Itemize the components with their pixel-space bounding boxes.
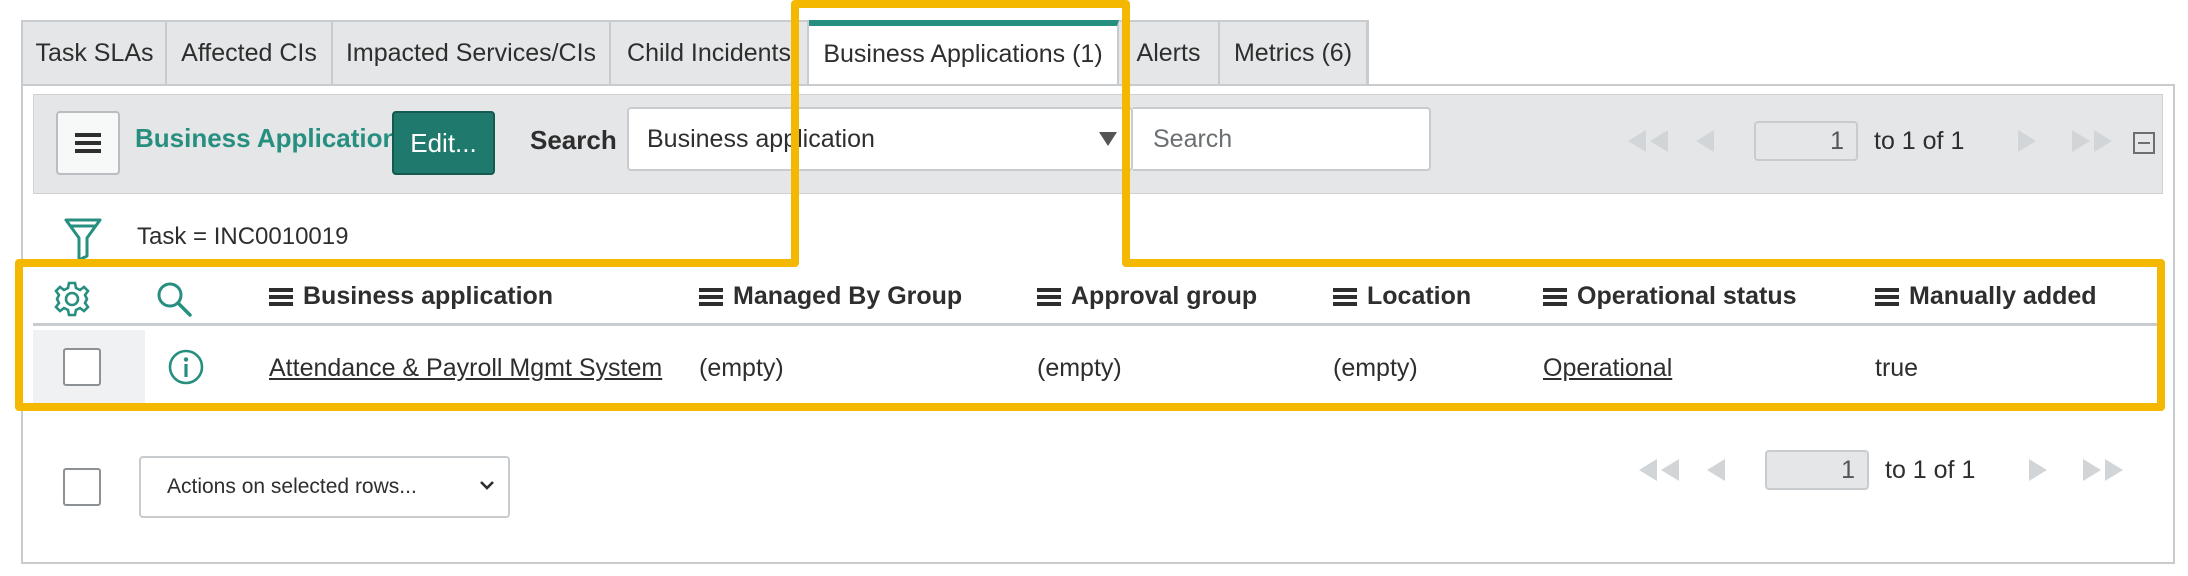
column-menu-icon[interactable] xyxy=(269,285,293,309)
next-page-icon[interactable] xyxy=(2016,128,2038,154)
table-header: Business application Managed By Group Ap… xyxy=(33,266,2163,326)
tab-impacted-services[interactable]: Impacted Services/CIs xyxy=(333,22,611,84)
prev-page-icon[interactable] xyxy=(1705,457,1727,483)
tab-business-applications[interactable]: Business Applications (1) xyxy=(809,20,1119,86)
column-header-operational-status[interactable]: Operational status xyxy=(1543,282,1797,311)
filter-funnel-icon[interactable] xyxy=(63,216,103,269)
search-field-value: Business application xyxy=(647,124,875,153)
search-input[interactable] xyxy=(1133,107,1431,171)
gear-icon[interactable] xyxy=(53,280,91,323)
location-cell: (empty) xyxy=(1333,354,1418,382)
chevron-down-icon xyxy=(478,476,496,500)
column-header-managed-by-group[interactable]: Managed By Group xyxy=(699,282,962,311)
column-menu-icon[interactable] xyxy=(1543,285,1567,309)
business-application-link[interactable]: Attendance & Payroll Mgmt System xyxy=(269,354,662,383)
last-page-icon[interactable] xyxy=(2068,128,2116,154)
search-label: Search xyxy=(530,125,617,155)
row-checkbox[interactable] xyxy=(63,348,101,386)
actions-on-selected-rows-select[interactable]: Actions on selected rows... xyxy=(139,456,510,518)
row-select-cell xyxy=(33,330,145,404)
search-field-select[interactable]: Business application xyxy=(627,107,1133,171)
select-all-checkbox[interactable] xyxy=(63,468,101,506)
info-icon[interactable] xyxy=(167,348,205,391)
page-range: to 1 of 1 xyxy=(1885,455,1976,484)
filter-breadcrumb[interactable]: Task = INC0010019 xyxy=(137,223,348,251)
last-page-icon[interactable] xyxy=(2079,457,2127,483)
tab-alerts[interactable]: Alerts xyxy=(1119,22,1220,84)
pager-top: to 1 of 1 xyxy=(1624,121,2116,161)
related-list-panel: Business Applications Edit... Search Bus… xyxy=(21,84,2175,564)
search-icon[interactable] xyxy=(155,280,193,323)
column-menu-icon[interactable] xyxy=(1875,285,1899,309)
list-title[interactable]: Business Applications xyxy=(135,123,413,154)
operational-status-link[interactable]: Operational xyxy=(1543,354,1672,383)
approval-group-cell: (empty) xyxy=(1037,354,1122,382)
tab-child-incidents[interactable]: Child Incidents xyxy=(611,22,809,84)
related-list-tabs: Task SLAs Affected CIs Impacted Services… xyxy=(21,20,1369,86)
hamburger-icon xyxy=(75,133,101,153)
page-number-input[interactable] xyxy=(1754,121,1858,161)
managed-by-group-cell: (empty) xyxy=(699,354,784,382)
page-number-input[interactable] xyxy=(1765,450,1869,490)
actions-select-label: Actions on selected rows... xyxy=(167,475,417,498)
manually-added-cell: true xyxy=(1875,354,1919,382)
page-range: to 1 of 1 xyxy=(1874,126,1965,155)
next-page-icon[interactable] xyxy=(2027,457,2049,483)
tab-affected-cis[interactable]: Affected CIs xyxy=(167,22,333,84)
list-menu-button[interactable] xyxy=(56,111,120,175)
column-menu-icon[interactable] xyxy=(699,285,723,309)
first-page-icon[interactable] xyxy=(1635,457,1683,483)
tab-metrics[interactable]: Metrics (6) xyxy=(1220,22,1368,84)
column-header-business-application[interactable]: Business application xyxy=(269,282,553,311)
dropdown-caret-icon xyxy=(1099,132,1117,146)
tab-task-slas[interactable]: Task SLAs xyxy=(24,22,167,84)
edit-button[interactable]: Edit... xyxy=(392,111,495,175)
column-menu-icon[interactable] xyxy=(1333,285,1357,309)
collapse-list-button[interactable] xyxy=(2133,132,2155,154)
column-menu-icon[interactable] xyxy=(1037,285,1061,309)
list-toolbar: Business Applications Edit... Search Bus… xyxy=(33,94,2163,194)
table-row: Attendance & Payroll Mgmt System (empty)… xyxy=(33,330,2163,406)
column-header-location[interactable]: Location xyxy=(1333,282,1471,311)
pager-bottom: to 1 of 1 xyxy=(1635,450,2127,490)
column-header-manually-added[interactable]: Manually added xyxy=(1875,282,2097,311)
column-header-approval-group[interactable]: Approval group xyxy=(1037,282,1257,311)
first-page-icon[interactable] xyxy=(1624,128,1672,154)
prev-page-icon[interactable] xyxy=(1694,128,1716,154)
